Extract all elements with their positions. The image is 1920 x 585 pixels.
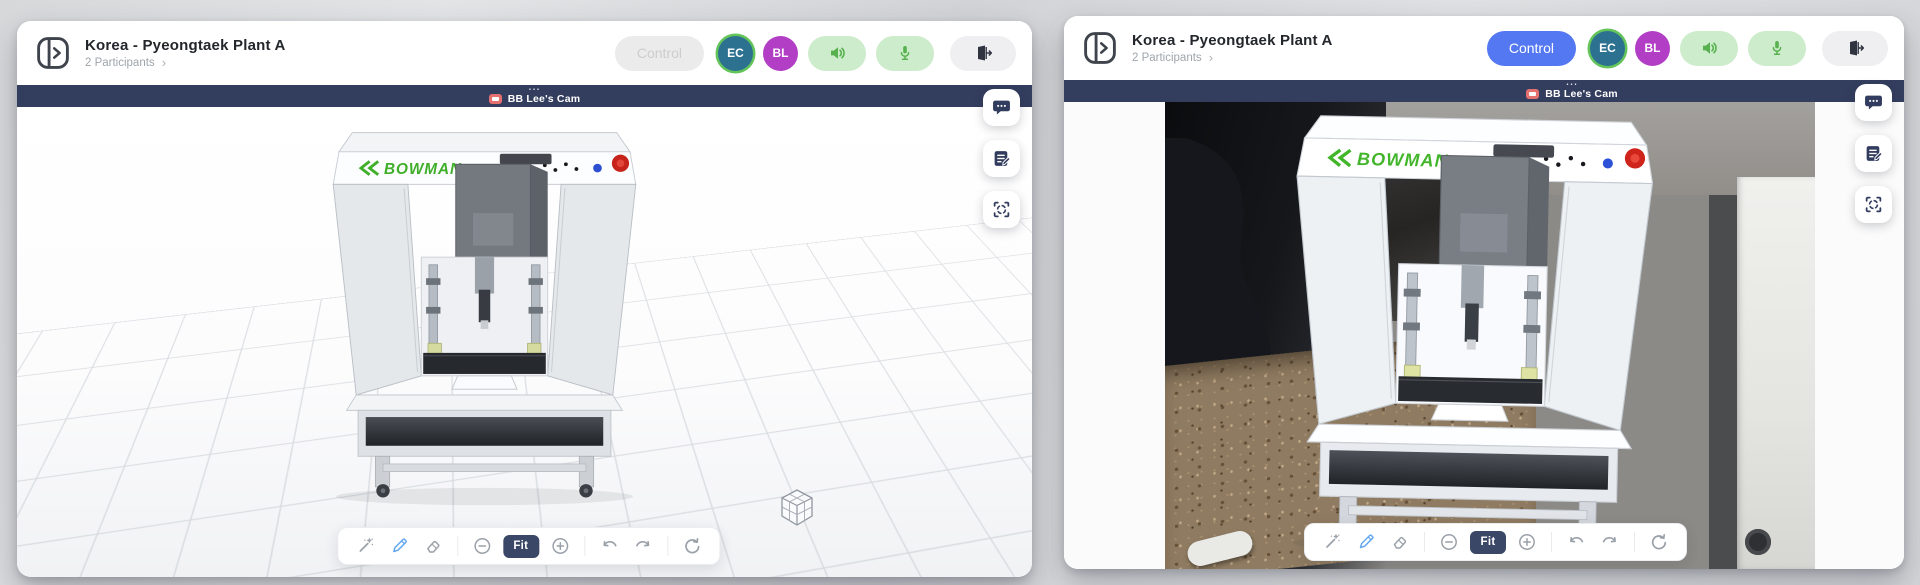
camera-feed bbox=[1165, 102, 1815, 569]
app-logo-icon[interactable] bbox=[35, 35, 71, 71]
machine-ar-overlay bbox=[1264, 106, 1678, 564]
chevron-right-icon: › bbox=[1208, 50, 1214, 65]
camera-source-label: BB Lee's Cam bbox=[507, 93, 581, 105]
model-scene bbox=[17, 107, 1032, 577]
machine-3d-model bbox=[312, 125, 657, 508]
avatar-bl[interactable]: BL bbox=[763, 35, 798, 71]
speaker-button[interactable] bbox=[808, 35, 866, 71]
participants-label: 2 Participants bbox=[1132, 52, 1202, 64]
session-titles: Korea - Pyeongtaek Plant A 2 Participant… bbox=[1132, 32, 1333, 64]
zoom-in-button[interactable] bbox=[547, 533, 573, 559]
eraser-tool-button[interactable] bbox=[1387, 529, 1413, 555]
session-titles: Korea - Pyeongtaek Plant A 2 Participant… bbox=[85, 37, 286, 69]
zoom-in-button[interactable] bbox=[1514, 529, 1540, 555]
participants-toggle[interactable]: 2 Participants › bbox=[85, 55, 286, 70]
drag-handle-dots[interactable]: ⋯ bbox=[1566, 78, 1579, 90]
pen-tool-button[interactable] bbox=[1353, 529, 1379, 555]
undo-button[interactable] bbox=[1563, 529, 1589, 555]
screen-share-icon bbox=[1526, 89, 1540, 99]
chevron-right-icon: › bbox=[161, 55, 167, 70]
reset-view-button[interactable] bbox=[679, 533, 705, 559]
page-title: Korea - Pyeongtaek Plant A bbox=[85, 37, 286, 54]
session-window-ar-camera: Korea - Pyeongtaek Plant A 2 Participant… bbox=[1064, 16, 1904, 569]
wand-tool-button[interactable] bbox=[352, 533, 378, 559]
caster-wheel bbox=[1745, 529, 1771, 555]
view-cube-gizmo[interactable] bbox=[774, 486, 820, 532]
chat-button[interactable] bbox=[983, 89, 1020, 126]
toolbar-divider bbox=[666, 536, 668, 556]
avatar-bl[interactable]: BL bbox=[1635, 30, 1670, 66]
window-header: Korea - Pyeongtaek Plant A 2 Participant… bbox=[17, 21, 1032, 85]
avatar-ec[interactable]: EC bbox=[1590, 30, 1625, 66]
pen-tool-button[interactable] bbox=[386, 533, 412, 559]
white-cabinet bbox=[1737, 176, 1815, 569]
camera-gap-shadow bbox=[1709, 195, 1739, 569]
mic-button[interactable] bbox=[876, 35, 934, 71]
zoom-out-button[interactable] bbox=[469, 533, 495, 559]
control-button[interactable]: Control bbox=[1486, 30, 1576, 66]
capture-button[interactable] bbox=[983, 191, 1020, 228]
side-tools bbox=[983, 89, 1020, 228]
ar-camera-viewport[interactable]: Fit bbox=[1064, 84, 1904, 569]
undo-button[interactable] bbox=[596, 533, 622, 559]
eraser-tool-button[interactable] bbox=[420, 533, 446, 559]
participants-label: 2 Participants bbox=[85, 57, 155, 69]
letterbox-left bbox=[1064, 102, 1165, 569]
notes-button[interactable] bbox=[1855, 135, 1892, 172]
page-title: Korea - Pyeongtaek Plant A bbox=[1132, 32, 1333, 49]
control-button[interactable]: Control bbox=[614, 35, 704, 71]
redo-button[interactable] bbox=[1597, 529, 1623, 555]
zoom-out-button[interactable] bbox=[1436, 529, 1462, 555]
annotation-toolbar: Fit bbox=[336, 527, 720, 565]
annotation-toolbar: Fit bbox=[1303, 523, 1687, 561]
camera-source-bar[interactable]: ⋯ BB Lee's Cam bbox=[1064, 78, 1904, 102]
reset-view-button[interactable] bbox=[1646, 529, 1672, 555]
fit-view-button[interactable]: Fit bbox=[1469, 530, 1506, 554]
header-actions: Control EC BL bbox=[1486, 30, 1888, 66]
camera-source-bar[interactable]: ⋯ BB Lee's Cam bbox=[17, 83, 1032, 107]
header-actions: Control EC BL bbox=[614, 35, 1016, 71]
screen-share-icon bbox=[488, 94, 502, 104]
desktop-background: { "machine_brand": "BOWMAN", "icons": { … bbox=[0, 0, 1920, 585]
model-viewport[interactable]: Fit bbox=[17, 89, 1032, 577]
app-logo-icon[interactable] bbox=[1082, 30, 1118, 66]
side-tools bbox=[1855, 84, 1892, 223]
participants-toggle[interactable]: 2 Participants › bbox=[1132, 50, 1333, 65]
toolbar-divider bbox=[456, 536, 458, 556]
leave-session-button[interactable] bbox=[950, 35, 1016, 71]
redo-button[interactable] bbox=[630, 533, 656, 559]
toolbar-divider bbox=[1423, 532, 1425, 552]
wand-tool-button[interactable] bbox=[1319, 529, 1345, 555]
toolbar-divider bbox=[583, 536, 585, 556]
session-window-3d-model: Korea - Pyeongtaek Plant A 2 Participant… bbox=[17, 21, 1032, 577]
fit-view-button[interactable]: Fit bbox=[502, 534, 539, 558]
leave-session-button[interactable] bbox=[1822, 30, 1888, 66]
notes-button[interactable] bbox=[983, 140, 1020, 177]
toolbar-divider bbox=[1633, 532, 1635, 552]
chat-button[interactable] bbox=[1855, 84, 1892, 121]
window-header: Korea - Pyeongtaek Plant A 2 Participant… bbox=[1064, 16, 1904, 80]
capture-button[interactable] bbox=[1855, 186, 1892, 223]
avatar-ec[interactable]: EC bbox=[718, 35, 753, 71]
speaker-button[interactable] bbox=[1680, 30, 1738, 66]
camera-source-label: BB Lee's Cam bbox=[1545, 88, 1618, 100]
mic-button[interactable] bbox=[1748, 30, 1806, 66]
drag-handle-dots[interactable]: ⋯ bbox=[528, 83, 541, 95]
toolbar-divider bbox=[1550, 532, 1552, 552]
